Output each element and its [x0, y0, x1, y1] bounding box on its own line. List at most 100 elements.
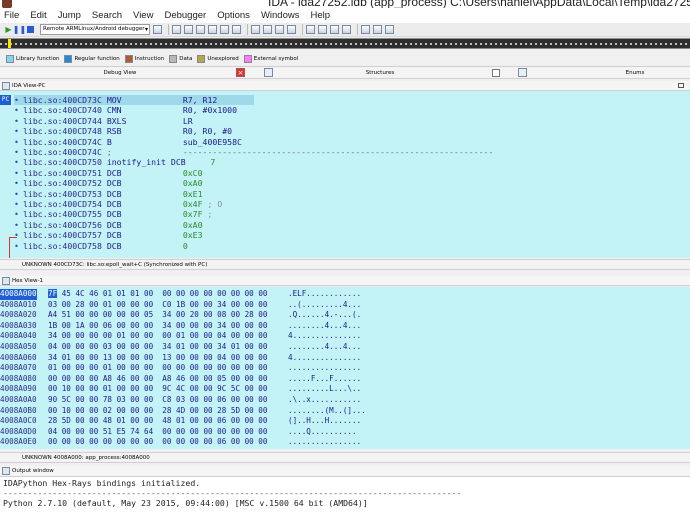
menu-debugger[interactable]: Debugger: [164, 10, 206, 21]
tracing-icon[interactable]: [287, 25, 296, 34]
disassembly-line[interactable]: • libc.so:400CD753 DCB 0xE1: [14, 189, 203, 199]
hex-row[interactable]: 4008A030 1B 00 1A 00 06 00 00 00 34 00 00…: [0, 321, 690, 332]
segments-icon[interactable]: [361, 25, 370, 34]
toolbar-separator: [247, 24, 248, 35]
names-icon[interactable]: [373, 25, 382, 34]
breakpoint-bullet-icon[interactable]: •: [14, 116, 23, 126]
disassembly-mnemonic: DCB: [106, 199, 122, 209]
disassembly-comment: ; O: [207, 199, 223, 209]
disassembly-line[interactable]: • libc.so:400CD755 DCB 0x7F ;: [14, 209, 212, 219]
menu-edit[interactable]: Edit: [30, 10, 46, 21]
hex-row[interactable]: 4008A0B0 00 10 00 00 02 00 00 00 28 4D 00…: [0, 406, 690, 417]
hex-byte-values: 1B 00 1A 00 06 00 00 00 34 00 00 00 34 0…: [48, 320, 268, 330]
hex-row[interactable]: 4008A0D0 04 00 00 00 51 E5 74 64 00 00 00…: [0, 427, 690, 438]
disassembly-view[interactable]: PC • libc.so:400CD73C MOV R7, R12 • libc.so:…: [0, 91, 690, 258]
tab-enums[interactable]: Enums: [600, 67, 670, 79]
hex-row[interactable]: 4008A070 01 00 00 00 01 00 00 00 00 00 00…: [0, 363, 690, 374]
hex-row[interactable]: 4008A080 00 00 00 00 A8 46 00 00 A8 46 00…: [0, 374, 690, 385]
attach-icon[interactable]: [153, 25, 162, 34]
breakpoint-bullet-icon[interactable]: •: [14, 220, 23, 230]
hex-byte-values: 45 4C 46 01 01 01 00 00 00 00 00 00 00 0…: [61, 289, 268, 298]
breakpoint-bullet-icon[interactable]: •: [14, 95, 23, 105]
disassembly-line[interactable]: • libc.so:400CD757 DCB 0xE3: [14, 230, 203, 240]
breakpoint-bullet-icon[interactable]: •: [14, 105, 23, 115]
step-out-icon[interactable]: [208, 25, 217, 34]
disassembly-line[interactable]: • libc.so:400CD748 RSB R0, R0, #0: [14, 126, 232, 136]
navigation-band[interactable]: [0, 38, 690, 49]
debug-toolbar: ▶ ❚❚ Remote ARMLinux/Android debugger ▾: [0, 23, 690, 37]
disassembly-line[interactable]: • libc.so:400CD740 CMN R0, #0x1000: [14, 105, 237, 115]
disassembly-line[interactable]: • libc.so:400CD752 DCB 0xA0: [14, 178, 203, 188]
run-to-cursor-icon[interactable]: [196, 25, 205, 34]
breakpoint-bullet-icon[interactable]: •: [14, 189, 23, 199]
search-icon[interactable]: [330, 25, 339, 34]
breakpoint-bullet-icon[interactable]: •: [14, 178, 23, 188]
hex-row[interactable]: 4008A0A0 90 5C 00 00 78 03 00 00 C8 03 00…: [0, 395, 690, 406]
disassembly-line[interactable]: • libc.so:400CD754 DCB 0x4F ; O: [14, 199, 222, 209]
hex-row[interactable]: 4008A060 34 01 00 00 13 00 00 00 13 00 00…: [0, 353, 690, 364]
settings-icon[interactable]: [342, 25, 351, 34]
breakpoint-icon[interactable]: [220, 25, 229, 34]
breakpoint-bullet-icon[interactable]: •: [14, 157, 23, 167]
hex-byte-values: 90 5C 00 00 78 03 00 00 C8 03 00 00 06 0…: [48, 395, 268, 404]
breakpoint-bullet-icon[interactable]: •: [14, 209, 23, 219]
breakpoint-bullet-icon[interactable]: •: [14, 241, 23, 251]
step-into-icon[interactable]: [172, 25, 181, 34]
menu-options[interactable]: Options: [217, 10, 250, 21]
breakpoint-bullet-icon[interactable]: •: [14, 230, 23, 240]
hex-view[interactable]: 4008A000 7F 45 4C 46 01 01 01 00 00 00 00…: [0, 287, 690, 449]
hex-byte-values: 04 00 00 00 51 E5 74 64 00 00 00 00 00 0…: [48, 426, 268, 436]
menu-jump[interactable]: Jump: [58, 10, 81, 21]
restore-icon[interactable]: [492, 69, 500, 77]
hex-row[interactable]: 4008A0E0 00 00 00 00 00 00 00 00 00 00 00…: [0, 437, 690, 448]
menu-help[interactable]: Help: [310, 10, 330, 21]
breakpoint-bullet-icon[interactable]: •: [14, 147, 23, 157]
disassembly-line[interactable]: • libc.so:400CD758 DCB 0: [14, 241, 188, 251]
disassembly-line[interactable]: • libc.so:400CD750 inotify_init DCB 7: [14, 157, 215, 167]
menu-file[interactable]: File: [4, 10, 19, 21]
menu-windows[interactable]: Windows: [261, 10, 300, 21]
hex-row[interactable]: 4008A040 34 00 00 00 00 01 00 00 00 01 00…: [0, 331, 690, 342]
disassembly-line[interactable]: • libc.so:400CD74C ; ---------------------…: [14, 147, 493, 157]
pause-icon[interactable]: ❚❚: [13, 25, 26, 34]
breakpoint-bullet-icon[interactable]: •: [14, 199, 23, 209]
hex-cursor-byte[interactable]: 7F: [48, 289, 58, 298]
run-icon[interactable]: ▶: [4, 25, 13, 34]
debugger-select[interactable]: Remote ARMLinux/Android debugger ▾: [40, 24, 150, 35]
modules-icon[interactable]: [251, 25, 260, 34]
hex-view-header: Hex View-1: [0, 276, 690, 286]
menu-search[interactable]: Search: [92, 10, 122, 21]
breakpoint-bullet-icon[interactable]: •: [14, 126, 23, 136]
stack-icon[interactable]: [275, 25, 284, 34]
threads-icon[interactable]: [263, 25, 272, 34]
disassembly-line[interactable]: • libc.so:400CD74C Bsub_400E958C: [14, 137, 242, 147]
stop-icon[interactable]: [26, 25, 35, 34]
hex-row[interactable]: 4008A090 00 10 00 00 01 00 00 00 9C 4C 00…: [0, 384, 690, 395]
legend-regular-function: Regular function: [64, 54, 120, 63]
breakpoint-bullet-icon[interactable]: •: [14, 168, 23, 178]
disassembly-operand: R0, R0, #0: [182, 126, 233, 137]
hex-row[interactable]: 4008A010 03 00 28 00 01 00 00 00 C0 1B 00…: [0, 300, 690, 311]
step-over-icon[interactable]: [184, 25, 193, 34]
disassembly-line[interactable]: • libc.so:400CD73C MOV R7, R12: [14, 95, 254, 106]
close-icon[interactable]: ×: [236, 68, 245, 77]
tab-debug-view[interactable]: Debug View: [60, 67, 180, 79]
maximize-icon[interactable]: [678, 83, 684, 88]
tab-structures[interactable]: Structures: [300, 67, 460, 79]
strings-icon[interactable]: [385, 25, 394, 34]
hex-row[interactable]: 4008A020 A4 51 00 00 00 00 00 05 34 00 20…: [0, 310, 690, 321]
disassembly-line[interactable]: • libc.so:400CD756 DCB 0xA0: [14, 220, 203, 230]
hex-row[interactable]: 4008A000 7F 45 4C 46 01 01 01 00 00 00 00…: [0, 289, 690, 300]
hex-row[interactable]: 4008A0C0 28 5D 00 00 48 01 00 00 48 01 00…: [0, 416, 690, 427]
disassembly-address: libc.so:400CD750: [23, 157, 102, 168]
menu-view[interactable]: View: [133, 10, 153, 21]
output-window[interactable]: IDAPython Hex-Rays bindings initialized.…: [0, 477, 690, 512]
breakpoint-bullet-icon[interactable]: •: [14, 137, 23, 147]
hex-row[interactable]: 4008A050 04 00 00 00 03 00 00 00 34 01 00…: [0, 342, 690, 353]
hex-icon[interactable]: [318, 25, 327, 34]
hex-byte-values: 04 00 00 00 03 00 00 00 34 01 00 00 34 0…: [48, 342, 268, 351]
disassembly-line[interactable]: • libc.so:400CD751 DCB 0xC0: [14, 168, 203, 178]
watch-icon[interactable]: [232, 25, 241, 34]
graph-icon[interactable]: [306, 25, 315, 34]
disassembly-line[interactable]: • libc.so:400CD744 BXLS LR: [14, 116, 193, 126]
